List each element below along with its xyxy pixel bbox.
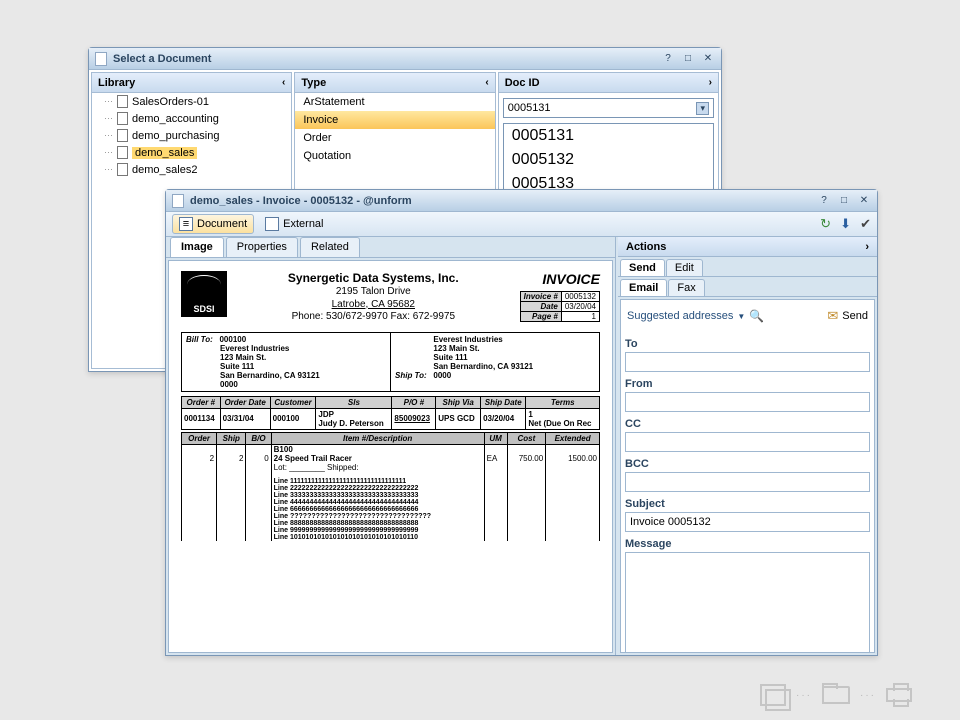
- document-preview[interactable]: SDSI Synergetic Data Systems, Inc. 2195 …: [168, 260, 613, 653]
- bcc-field[interactable]: [625, 472, 870, 492]
- printer-icon[interactable]: [886, 688, 912, 702]
- tab-fax[interactable]: Fax: [668, 279, 704, 296]
- dropdown-icon[interactable]: ▼: [737, 312, 745, 321]
- close-button[interactable]: ✕: [701, 52, 715, 66]
- help-button[interactable]: ?: [817, 194, 831, 208]
- titlebar[interactable]: Select a Document ? □ ✕: [89, 48, 721, 70]
- collapse-icon[interactable]: ‹: [282, 77, 285, 88]
- from-field[interactable]: [625, 392, 870, 412]
- suggested-addresses-link[interactable]: Suggested addresses: [627, 310, 733, 322]
- type-header[interactable]: Type‹: [295, 73, 494, 93]
- refresh-icon[interactable]: ↻: [820, 216, 831, 231]
- tab-send[interactable]: Send: [620, 259, 665, 276]
- document-mode-button[interactable]: ≡Document: [172, 214, 254, 234]
- expand-icon[interactable]: ›: [865, 241, 869, 253]
- view-tabs: Image Properties Related: [166, 237, 615, 258]
- actions-header[interactable]: Actions›: [618, 237, 877, 257]
- toolbar: ≡Document External ↻ ⬇ ✔: [166, 212, 877, 237]
- documents-icon[interactable]: [760, 684, 786, 706]
- to-field[interactable]: [625, 352, 870, 372]
- close-button[interactable]: ✕: [857, 194, 871, 208]
- maximize-button[interactable]: □: [681, 52, 695, 66]
- download-icon[interactable]: ⬇: [840, 216, 851, 231]
- order-summary-table: Order #Order DateCustomerSlsP/O #Ship Vi…: [181, 396, 600, 430]
- company-block: Synergetic Data Systems, Inc. 2195 Talon…: [227, 271, 520, 324]
- actions-pane: Actions› Send Edit Email Fax Suggested a…: [616, 237, 877, 655]
- check-icon[interactable]: ✔: [860, 216, 871, 231]
- tab-image[interactable]: Image: [170, 237, 224, 257]
- invoice-meta-table: Invoice #0005132 Date03/20/04 Page #1: [520, 291, 600, 322]
- line-items-table: OrderShipB/OItem #/DescriptionUMCostExte…: [181, 432, 600, 541]
- tab-properties[interactable]: Properties: [226, 237, 298, 257]
- type-item[interactable]: ArStatement: [295, 93, 494, 111]
- dock: ··· ···: [760, 684, 912, 706]
- docid-item[interactable]: 0005132: [504, 148, 713, 172]
- page-icon: [265, 217, 279, 231]
- tab-email[interactable]: Email: [620, 279, 667, 296]
- titlebar[interactable]: demo_sales - Invoice - 0005132 - @unform…: [166, 190, 877, 212]
- cc-field[interactable]: [625, 432, 870, 452]
- docid-combo[interactable]: 0005131▾: [503, 98, 714, 118]
- list-icon: ≡: [179, 217, 193, 231]
- expand-icon[interactable]: ›: [709, 77, 712, 88]
- library-item[interactable]: ⋯demo_sales2: [92, 161, 291, 178]
- type-item[interactable]: Order: [295, 129, 494, 147]
- maximize-button[interactable]: □: [837, 194, 851, 208]
- search-icon[interactable]: 🔍: [749, 309, 764, 323]
- library-item[interactable]: ⋯demo_accounting: [92, 110, 291, 127]
- subject-field[interactable]: [625, 512, 870, 532]
- library-item[interactable]: ⋯demo_sales: [92, 144, 291, 161]
- library-item[interactable]: ⋯SalesOrders-01: [92, 93, 291, 110]
- document-icon: [95, 52, 107, 66]
- help-button[interactable]: ?: [661, 52, 675, 66]
- document-viewer-window: demo_sales - Invoice - 0005132 - @unform…: [165, 189, 878, 656]
- message-field[interactable]: [625, 552, 870, 653]
- window-title: demo_sales - Invoice - 0005132 - @unform: [190, 195, 811, 207]
- library-item[interactable]: ⋯demo_purchasing: [92, 127, 291, 144]
- address-row: Bill To: 000100 Everest Industries 123 M…: [181, 332, 600, 392]
- docid-item[interactable]: 0005131: [504, 124, 713, 148]
- tab-edit[interactable]: Edit: [666, 259, 703, 276]
- send-button[interactable]: ✉Send: [827, 308, 868, 324]
- type-item[interactable]: Invoice: [295, 111, 494, 129]
- docid-header[interactable]: Doc ID›: [499, 73, 718, 93]
- folder-icon[interactable]: [822, 686, 850, 704]
- tab-related[interactable]: Related: [300, 237, 360, 257]
- envelope-icon: ✉: [827, 308, 838, 324]
- type-item[interactable]: Quotation: [295, 147, 494, 165]
- document-icon: [172, 194, 184, 208]
- window-title: Select a Document: [113, 53, 655, 65]
- invoice-title: INVOICE: [520, 271, 600, 287]
- dropdown-icon[interactable]: ▾: [696, 102, 709, 115]
- collapse-icon[interactable]: ‹: [485, 77, 488, 88]
- external-mode-button[interactable]: External: [258, 214, 330, 234]
- company-logo: SDSI: [181, 271, 227, 317]
- library-header[interactable]: Library‹: [92, 73, 291, 93]
